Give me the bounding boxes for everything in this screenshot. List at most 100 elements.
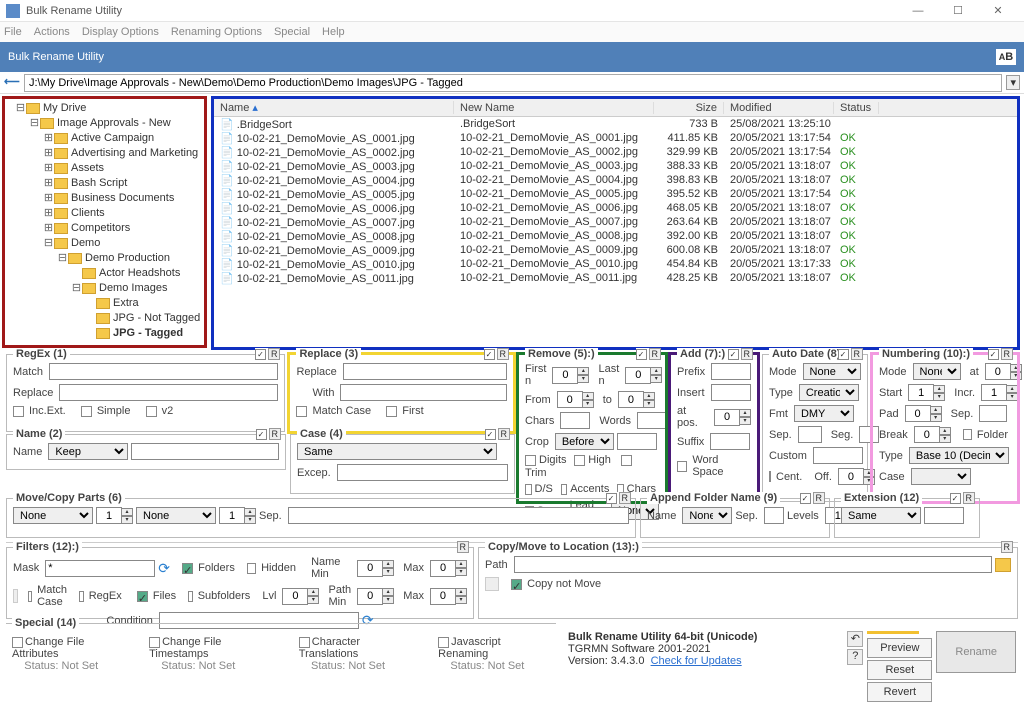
remove-crop-input[interactable] xyxy=(617,433,657,450)
tree-item[interactable]: ⊞Assets xyxy=(7,161,202,176)
movecopy-n2[interactable] xyxy=(219,507,245,524)
tree-item[interactable]: Extra xyxy=(7,296,202,311)
extension-select[interactable]: Same xyxy=(841,507,921,524)
tree-item[interactable]: ⊟My Drive xyxy=(7,101,202,116)
remove-firstn[interactable] xyxy=(552,367,578,384)
col-newname[interactable]: New Name xyxy=(454,102,654,114)
case-select[interactable]: Same xyxy=(297,443,497,460)
add-suffix[interactable] xyxy=(710,433,750,450)
movecopy-n1[interactable] xyxy=(96,507,122,524)
file-row[interactable]: 📄 10-02-21_DemoMovie_AS_0007.jpg10-02-21… xyxy=(214,215,1017,229)
tree-item[interactable]: ⊞Competitors xyxy=(7,221,202,236)
autodate-enable[interactable]: ✓ xyxy=(838,349,849,360)
copymove-reset[interactable]: R xyxy=(1001,541,1014,553)
tree-item[interactable]: ⊟Image Approvals - New xyxy=(7,116,202,131)
add-reset[interactable]: R xyxy=(741,348,754,360)
remove-to[interactable] xyxy=(618,391,644,408)
appendfolder-enable[interactable]: ✓ xyxy=(800,493,811,504)
back-icon[interactable]: ⟵ xyxy=(4,75,20,91)
tree-item[interactable]: ⊟Demo Production xyxy=(7,251,202,266)
maximize-button[interactable]: ☐ xyxy=(938,2,978,20)
path-dropdown-icon[interactable]: ▾ xyxy=(1006,75,1020,90)
case-reset[interactable]: R xyxy=(498,428,511,440)
remove-words-input[interactable] xyxy=(637,412,667,429)
regex-reset[interactable]: R xyxy=(268,348,281,360)
tree-item[interactable]: Actor Headshots xyxy=(7,266,202,281)
file-row[interactable]: 📄 10-02-21_DemoMovie_AS_0009.jpg10-02-21… xyxy=(214,243,1017,257)
reset-button[interactable]: Reset xyxy=(867,660,932,680)
minimize-button[interactable]: — xyxy=(898,2,938,20)
filters-lvl[interactable] xyxy=(282,588,308,605)
tree-item[interactable]: ⊞Bash Script xyxy=(7,176,202,191)
undo-icon[interactable]: ↶ xyxy=(847,631,863,647)
regex-v2[interactable] xyxy=(146,406,157,417)
ab-icon[interactable]: AB xyxy=(996,49,1016,65)
remove-crop[interactable]: Before xyxy=(555,433,614,450)
remove-reset[interactable]: R xyxy=(649,348,662,360)
name-select[interactable]: Keep xyxy=(48,443,128,460)
numbering-break[interactable] xyxy=(914,426,940,443)
menu-help[interactable]: Help xyxy=(322,26,345,38)
replace-first[interactable] xyxy=(386,406,397,417)
file-row[interactable]: 📄 10-02-21_DemoMovie_AS_0006.jpg10-02-21… xyxy=(214,201,1017,215)
tree-item[interactable]: ⊞Active Campaign xyxy=(7,131,202,146)
name-enable[interactable]: ✓ xyxy=(256,429,267,440)
col-size[interactable]: Size xyxy=(654,102,724,114)
preview-button[interactable]: Preview xyxy=(867,638,932,658)
regex-incext[interactable] xyxy=(13,406,24,417)
check-updates-link[interactable]: Check for Updates xyxy=(651,655,742,667)
menu-renaming[interactable]: Renaming Options xyxy=(171,26,262,38)
file-row[interactable]: 📄 10-02-21_DemoMovie_AS_0003.jpg10-02-21… xyxy=(214,159,1017,173)
revert-button[interactable]: Revert xyxy=(867,682,932,702)
autodate-fmt[interactable]: DMY xyxy=(794,405,854,422)
tree-item[interactable]: JPG - Not Tagged xyxy=(7,311,202,326)
tree-item[interactable]: ⊟Demo Images xyxy=(7,281,202,296)
remove-lastn[interactable] xyxy=(625,367,651,384)
copymove-icon[interactable] xyxy=(485,577,499,591)
file-row[interactable]: 📄 10-02-21_DemoMovie_AS_0004.jpg10-02-21… xyxy=(214,173,1017,187)
case-excep[interactable] xyxy=(337,464,508,481)
tree-item[interactable]: ⊞Clients xyxy=(7,206,202,221)
menu-actions[interactable]: Actions xyxy=(34,26,70,38)
file-row[interactable]: 📄 10-02-21_DemoMovie_AS_0002.jpg10-02-21… xyxy=(214,145,1017,159)
remove-from[interactable] xyxy=(557,391,583,408)
autodate-mode[interactable]: None xyxy=(803,363,861,380)
folder-tree[interactable]: ⊟My Drive⊟Image Approvals - New⊞Active C… xyxy=(7,101,202,343)
movecopy-sel2[interactable]: None xyxy=(136,507,216,524)
file-row[interactable]: 📄 10-02-21_DemoMovie_AS_0005.jpg10-02-21… xyxy=(214,187,1017,201)
regex-simple[interactable] xyxy=(81,406,92,417)
col-modified[interactable]: Modified xyxy=(724,102,834,114)
autodate-custom[interactable] xyxy=(813,447,863,464)
filters-icon[interactable] xyxy=(13,589,18,603)
replace-input[interactable] xyxy=(343,363,507,380)
appendfolder-reset[interactable]: R xyxy=(813,492,826,504)
file-row[interactable]: 📄 .BridgeSort.BridgeSort733 B25/08/2021 … xyxy=(214,117,1017,131)
replace-enable[interactable]: ✓ xyxy=(484,349,495,360)
autodate-type[interactable]: Creation (Curr xyxy=(799,384,859,401)
file-row[interactable]: 📄 10-02-21_DemoMovie_AS_0010.jpg10-02-21… xyxy=(214,257,1017,271)
replace-matchcase[interactable] xyxy=(296,406,307,417)
menu-file[interactable]: File xyxy=(4,26,22,38)
numbering-type[interactable]: Base 10 (Decimal) xyxy=(909,447,1009,464)
extension-reset[interactable]: R xyxy=(963,492,976,504)
rename-button[interactable]: Rename xyxy=(936,631,1016,673)
tree-item[interactable]: RAW xyxy=(7,341,202,343)
add-enable[interactable]: ✓ xyxy=(728,349,739,360)
browse-icon[interactable] xyxy=(995,558,1011,572)
movecopy-reset[interactable]: R xyxy=(619,492,632,504)
path-input[interactable] xyxy=(24,74,1002,92)
autodate-reset[interactable]: R xyxy=(851,348,864,360)
filters-pathmin[interactable] xyxy=(357,588,383,605)
regex-enable[interactable]: ✓ xyxy=(255,349,266,360)
regex-replace-input[interactable] xyxy=(59,384,278,401)
numbering-mode[interactable]: None xyxy=(913,363,961,380)
refresh-icon[interactable]: ⟳ xyxy=(158,560,170,577)
replace-reset[interactable]: R xyxy=(497,348,510,360)
file-row[interactable]: 📄 10-02-21_DemoMovie_AS_0011.jpg10-02-21… xyxy=(214,271,1017,285)
filters-reset[interactable]: R xyxy=(457,541,470,553)
name-reset[interactable]: R xyxy=(269,428,282,440)
help-icon[interactable]: ? xyxy=(847,649,863,665)
numbering-case[interactable] xyxy=(911,468,971,485)
tree-item[interactable]: JPG - Tagged xyxy=(7,326,202,341)
file-row[interactable]: 📄 10-02-21_DemoMovie_AS_0008.jpg10-02-21… xyxy=(214,229,1017,243)
